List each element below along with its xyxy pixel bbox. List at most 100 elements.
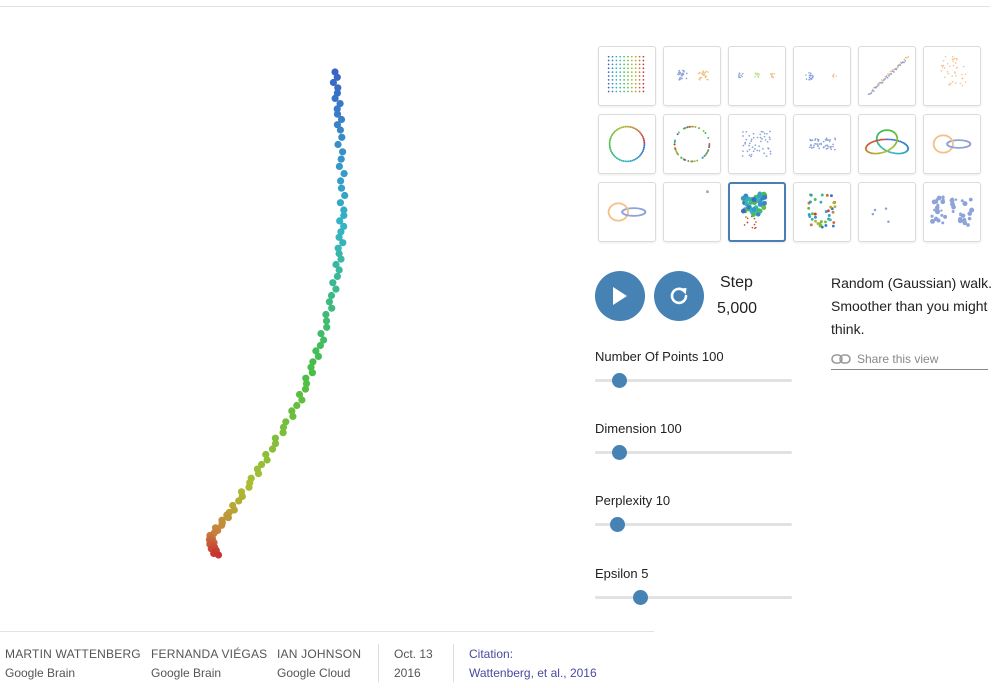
- embedding-point: [335, 162, 343, 170]
- embedding-point: [325, 298, 333, 306]
- embedding-point: [279, 429, 287, 437]
- author-affiliation: Google Brain: [151, 666, 222, 680]
- thumbnail-unlinked-rings[interactable]: [598, 182, 656, 242]
- thumbnail-random-jump[interactable]: [793, 182, 851, 242]
- embedding-point: [235, 497, 243, 505]
- embedding-point: [336, 199, 344, 207]
- thumbnail-simplex[interactable]: [858, 182, 916, 242]
- thumbnail-three-clusters[interactable]: [728, 46, 786, 106]
- embedding-point: [327, 291, 336, 300]
- embedding-point: [337, 177, 345, 185]
- thumbnail-graphic: [871, 207, 890, 224]
- thumbnail-cluster-in-cluster[interactable]: [923, 46, 981, 106]
- step-label: Step: [720, 274, 753, 291]
- thumbnail-uneven-squares[interactable]: [923, 182, 981, 242]
- thumbnail-graphic: [867, 55, 910, 96]
- embedding-point: [268, 445, 277, 453]
- author-credit: IAN JOHNSON Google Cloud: [277, 645, 361, 683]
- tsne-plot[interactable]: [0, 20, 580, 620]
- reset-button[interactable]: [654, 271, 704, 321]
- thumbnail-two-clusters[interactable]: [663, 46, 721, 106]
- thumbnail-graphic: [677, 69, 709, 81]
- thumbnail-two-long-lines[interactable]: [858, 46, 916, 106]
- embedding-point: [337, 155, 345, 163]
- slider-label: Epsilon 5: [595, 566, 649, 581]
- publish-date: Oct. 13 2016: [394, 645, 433, 683]
- play-icon: [613, 287, 627, 305]
- share-label: Share this view: [857, 351, 939, 366]
- slider-dimension: Dimension 100: [595, 421, 795, 460]
- slider-label: Number Of Points 100: [595, 349, 724, 364]
- thumbnail-circle-randomly-spaced[interactable]: [663, 114, 721, 174]
- embedding-point: [331, 94, 339, 102]
- slider-label: Perplexity 10: [595, 493, 671, 508]
- thumbnail-two-clusters-unequal[interactable]: [793, 46, 851, 106]
- embedding-point: [323, 323, 331, 331]
- slider-perplexity: Perplexity 10: [595, 493, 795, 532]
- step-value: 5,000: [717, 300, 758, 317]
- author-name: MARTIN WATTENBERG: [5, 647, 141, 661]
- author-name: IAN JOHNSON: [277, 647, 362, 661]
- thumbnail-random-walk[interactable]: [728, 182, 786, 242]
- embedding-point: [336, 126, 344, 134]
- embedding-point: [329, 279, 337, 287]
- link-icon: [831, 353, 851, 364]
- embedding-point: [332, 285, 340, 293]
- thumbnail-graphic: [740, 191, 768, 230]
- embedding-point: [308, 369, 316, 377]
- thumbnail-orthogonal-steps[interactable]: [663, 182, 721, 242]
- author-affiliation: Google Brain: [5, 666, 76, 680]
- slider-handle[interactable]: [611, 445, 627, 460]
- citation-label: Citation:: [469, 647, 514, 661]
- author-credit: MARTIN WATTENBERG Google Brain: [5, 645, 141, 683]
- embedding-point: [337, 255, 345, 263]
- slider-label: Dimension 100: [595, 421, 682, 436]
- embedding-point: [335, 266, 343, 274]
- thumbnail-linked-rings[interactable]: [923, 114, 981, 174]
- thumbnail-graphic: [608, 125, 646, 163]
- thumbnail-grid[interactable]: [598, 46, 656, 106]
- thumbnail-graphic: [807, 193, 837, 229]
- slider-handle[interactable]: [611, 373, 627, 388]
- date-year: 2016: [394, 666, 421, 680]
- footer-separator: [378, 644, 379, 682]
- refresh-icon: [670, 287, 688, 305]
- embedding-point: [301, 385, 310, 393]
- citation-link[interactable]: Wattenberg, et al., 2016: [469, 666, 597, 680]
- embedding-point: [289, 412, 297, 420]
- embedding-point: [317, 330, 325, 338]
- embedding-point: [293, 401, 301, 410]
- play-button[interactable]: [595, 271, 645, 321]
- thumbnail-graphic: [930, 195, 975, 227]
- thumbnail-graphic: [706, 190, 709, 194]
- citation: Citation: Wattenberg, et al., 2016: [469, 645, 597, 683]
- embedding-point: [214, 551, 223, 559]
- slider-handle[interactable]: [633, 590, 649, 605]
- embedding-point: [339, 148, 347, 156]
- embedding-point: [337, 184, 346, 192]
- thumbnail-ellipsoidal-cloud[interactable]: [793, 114, 851, 174]
- thumbnail-graphic: [673, 125, 711, 163]
- slider-track[interactable]: [595, 596, 792, 599]
- thumbnail-gaussian-cloud[interactable]: [728, 114, 786, 174]
- thumbnail-trefoil-knot[interactable]: [858, 114, 916, 174]
- top-divider: [0, 6, 990, 7]
- dataset-description: Random (Gaussian) walk. Smoother than yo…: [831, 275, 993, 337]
- thumbnail-graphic: [932, 134, 972, 154]
- thumbnail-graphic: [940, 56, 967, 87]
- date-line: Oct. 13: [394, 647, 433, 661]
- embedding-point: [338, 133, 346, 141]
- slider-number-of-points: Number Of Points 100: [595, 349, 795, 388]
- embedding-point: [298, 396, 306, 404]
- embedding-point: [339, 239, 347, 247]
- embedding-point: [322, 317, 331, 325]
- embedding-point: [224, 514, 232, 522]
- thumbnail-graphic: [808, 137, 837, 151]
- slider-handle[interactable]: [609, 517, 625, 532]
- embedding-point: [254, 470, 263, 478]
- embedding-point: [328, 304, 336, 312]
- author-affiliation: Google Cloud: [277, 666, 351, 680]
- share-link[interactable]: Share this view: [831, 348, 988, 370]
- embedding-point: [245, 483, 253, 491]
- thumbnail-circle-evenly-spaced[interactable]: [598, 114, 656, 174]
